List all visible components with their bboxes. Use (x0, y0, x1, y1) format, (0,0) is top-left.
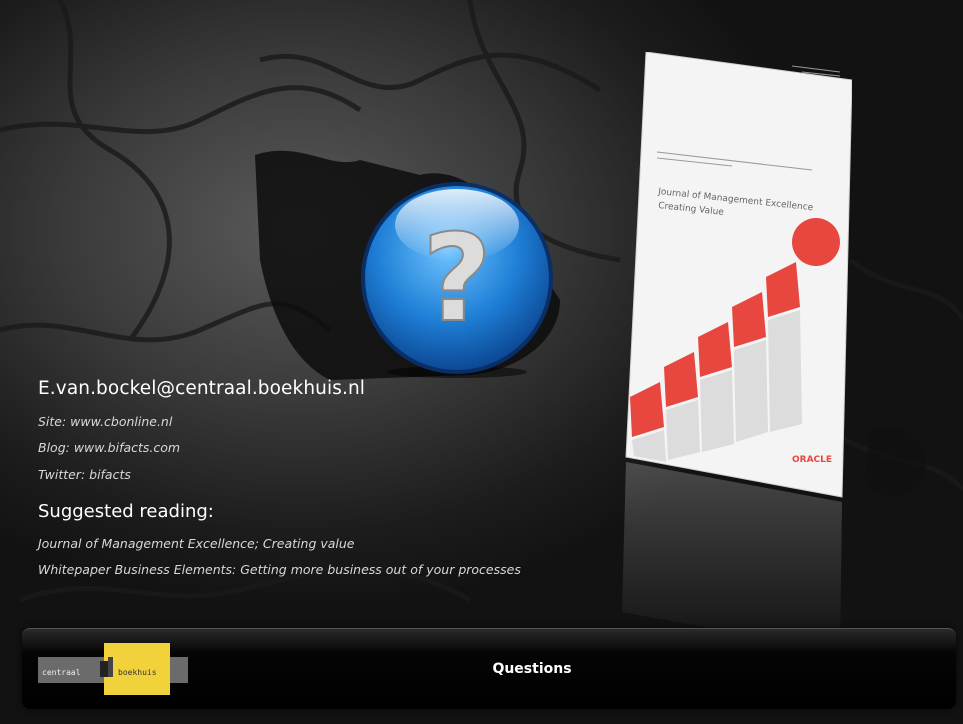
footer-title: Questions (492, 661, 572, 677)
twitter-handle: Twitter: bifacts (38, 467, 131, 482)
footer-bar: centraal boekhuis Questions (22, 628, 956, 709)
whitepaper-cover: Journal of Management Excellence Creatin… (612, 51, 853, 662)
reading-item: Journal of Management Excellence; Creati… (38, 536, 355, 551)
whitepaper-image: Journal of Management Excellence Creatin… (622, 51, 853, 652)
suggested-reading-heading: Suggested reading: (38, 501, 214, 522)
reading-item: Whitepaper Business Elements: Getting mo… (38, 562, 521, 577)
slide: ? Journal of Management Excellence Creat… (0, 0, 963, 724)
logo-text-right: boekhuis (118, 668, 157, 677)
centraal-boekhuis-logo: centraal boekhuis (38, 643, 188, 695)
question-mark-icon: ? (361, 182, 553, 378)
site-link[interactable]: Site: www.cbonline.nl (38, 414, 172, 429)
oracle-logo: ORACLE (792, 455, 832, 465)
svg-text:?: ? (422, 210, 492, 349)
logo-text-left: centraal (42, 668, 81, 677)
email-link[interactable]: E.van.bockel@centraal.boekhuis.nl (38, 378, 365, 399)
blog-link[interactable]: Blog: www.bifacts.com (38, 440, 180, 455)
contact-email: E.van.bockel@centraal.boekhuis.nl (38, 378, 365, 399)
